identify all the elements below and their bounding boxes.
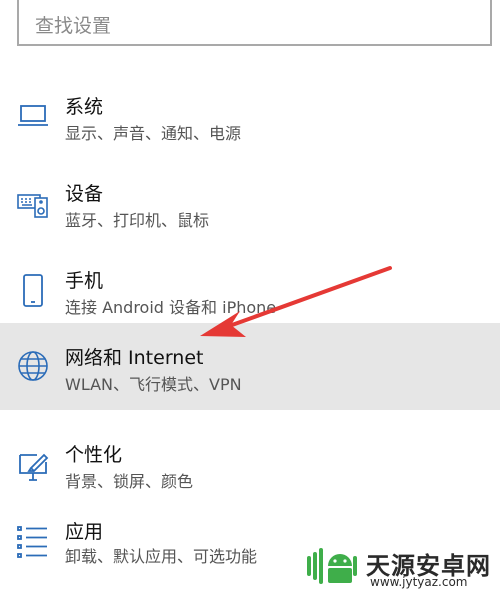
settings-item-personalization[interactable]: 个性化 背景、锁屏、颜色 [0,424,500,511]
settings-item-subtitle: 连接 Android 设备和 iPhone [65,298,277,317]
settings-item-title: 手机 [65,270,104,292]
globe-icon [17,348,49,384]
settings-item-subtitle: 卸载、默认应用、可选功能 [65,547,258,566]
settings-item-subtitle: WLAN、飞行模式、VPN [65,375,242,394]
settings-item-devices[interactable]: 设备 蓝牙、打印机、鼠标 [0,163,500,250]
search-input[interactable]: 查找设置 [17,0,492,46]
watermark: 天源安卓网 www.jytyaz.com [306,542,496,592]
devices-icon [17,185,49,221]
settings-item-title: 设备 [65,183,104,205]
settings-item-subtitle: 背景、锁屏、颜色 [65,472,194,491]
settings-item-system[interactable]: 系统 显示、声音、通知、电源 [0,76,500,163]
laptop-icon [17,98,49,134]
settings-item-title: 个性化 [65,444,123,466]
settings-item-subtitle: 蓝牙、打印机、鼠标 [65,211,210,230]
watermark-url: www.jytyaz.com [370,575,468,589]
settings-item-title: 应用 [65,521,104,543]
settings-item-network[interactable]: 网络和 Internet WLAN、飞行模式、VPN [0,323,500,410]
phone-icon [17,272,49,308]
settings-item-subtitle: 显示、声音、通知、电源 [65,124,242,143]
settings-item-title: 网络和 Internet [65,347,204,369]
apps-list-icon [17,525,49,561]
settings-item-title: 系统 [65,96,104,118]
personalization-icon [17,446,49,482]
search-placeholder: 查找设置 [35,15,112,37]
android-logo-icon [307,548,357,584]
